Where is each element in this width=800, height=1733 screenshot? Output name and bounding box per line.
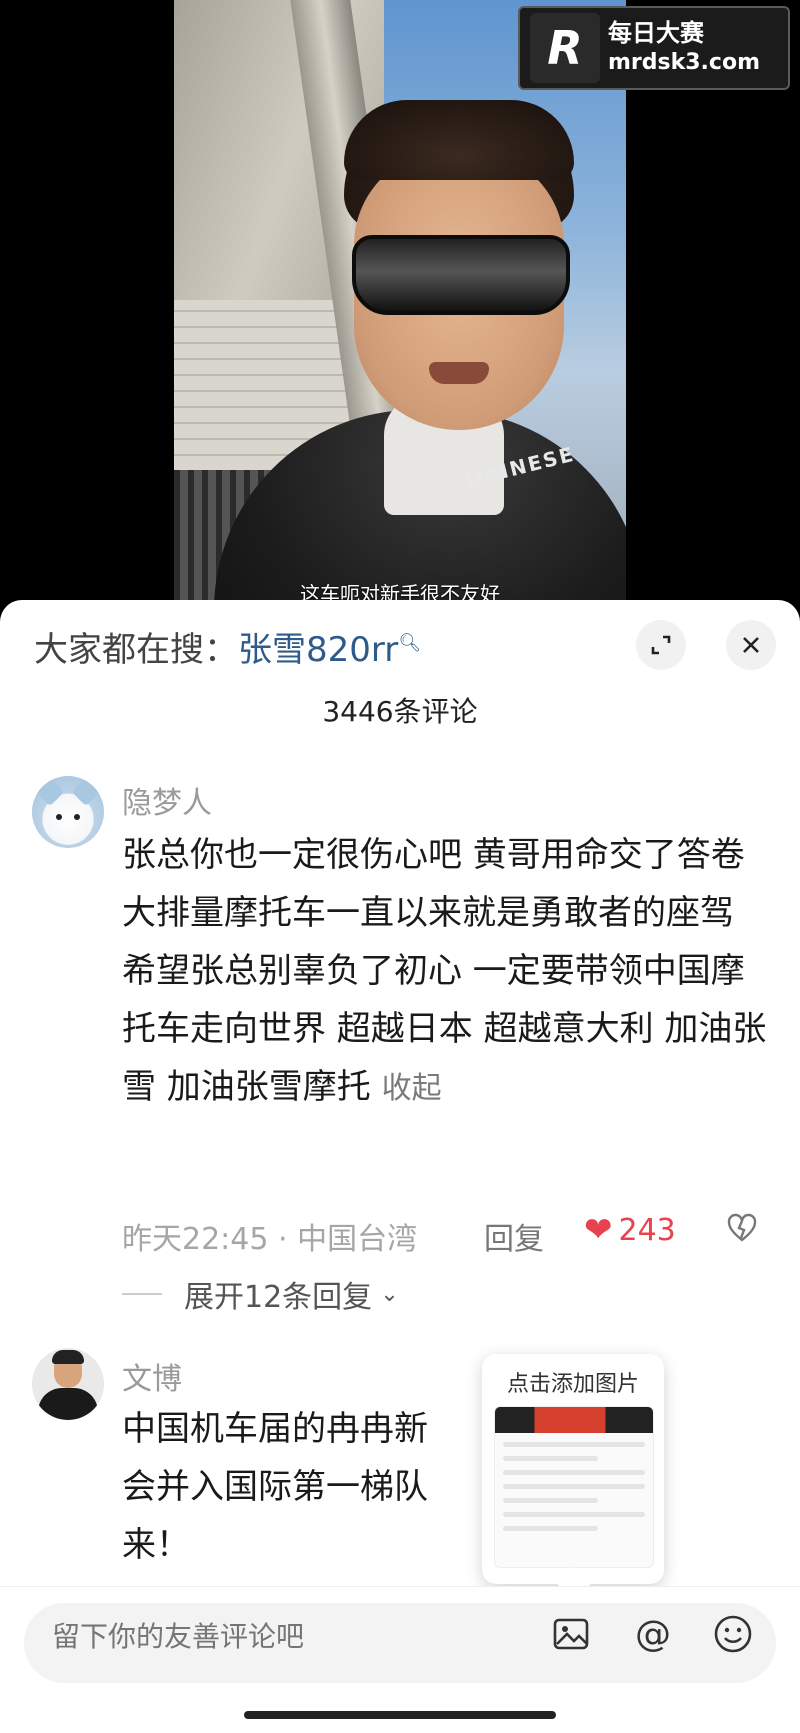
image-icon[interactable] [548, 1611, 594, 1657]
expand-replies-label: 展开12条回复 [184, 1280, 373, 1315]
comment-username[interactable]: 文博 [122, 1354, 182, 1398]
comment-text: 中国机车届的冉冉新自己 会并入国际第一梯队将 来！ [122, 1400, 772, 1574]
comment-line: 来！ [122, 1525, 190, 1565]
rider-hair-top [344, 100, 574, 180]
home-indicator [244, 1711, 556, 1719]
heart-icon: ❤ [584, 1210, 613, 1250]
avatar[interactable] [32, 776, 104, 848]
comment-line: 会并入国际第一梯队 [122, 1467, 428, 1507]
video-player[interactable]: DAINESE 这车呃对新手很不友好 R 每日大赛 mrdsk3.com [0, 0, 800, 620]
screenshot-thumbnail[interactable] [494, 1406, 654, 1568]
watermark: R 每日大赛 mrdsk3.com [518, 6, 790, 90]
search-icon: 🔍︎ [398, 632, 422, 654]
emoji-icon[interactable] [710, 1611, 756, 1657]
dislike-icon[interactable] [726, 1212, 760, 1246]
avatar[interactable] [32, 1348, 104, 1420]
watermark-title: 每日大赛 [608, 19, 704, 47]
video-frame: DAINESE [174, 0, 626, 620]
watermark-logo-icon: R [530, 13, 600, 83]
comment-username[interactable]: 隐梦人 [122, 778, 212, 822]
add-image-tooltip[interactable]: 点击添加图片 [482, 1354, 664, 1584]
sunglasses [352, 235, 570, 315]
close-icon[interactable] [726, 620, 776, 670]
comment-line: 中国机车届的冉冉新 [122, 1409, 428, 1449]
comment-text: 张总你也一定很伤心吧 黄哥用命交了答卷 大排量摩托车一直以来就是勇敢者的座驾 希… [122, 826, 772, 1118]
collapse-link[interactable]: 收起 [382, 1071, 442, 1106]
mention-icon[interactable]: @ [630, 1611, 676, 1657]
expand-replies-button[interactable]: 展开12条回复 ⌄ [122, 1272, 399, 1316]
comment-meta: 昨天22:45 · 中国台湾 [122, 1222, 418, 1257]
search-prefix: 大家都在搜： [34, 630, 238, 670]
comment-body: 张总你也一定很伤心吧 黄哥用命交了答卷 大排量摩托车一直以来就是勇敢者的座驾 希… [122, 835, 767, 1107]
expand-icon[interactable] [636, 620, 686, 670]
like-button[interactable]: ❤ 243 [584, 1210, 676, 1250]
search-suggestion[interactable]: 大家都在搜：张雪820rr🔍︎ [34, 622, 421, 671]
reply-button[interactable]: 回复 [484, 1214, 544, 1258]
comment-count: 3446条评论 [322, 695, 478, 728]
search-term[interactable]: 张雪820rr [238, 630, 398, 670]
like-count: 243 [618, 1212, 676, 1248]
watermark-url: mrdsk3.com [608, 50, 760, 75]
comment-input-bar: @ [0, 1586, 800, 1733]
comment-input[interactable] [50, 1619, 494, 1654]
comment-sheet: 大家都在搜：张雪820rr🔍︎ 3446条评论 隐梦人 张总你也一定很伤心吧 黄… [0, 600, 800, 1732]
rider-mouth [429, 362, 489, 384]
chevron-down-icon: ⌄ [380, 1281, 399, 1307]
add-image-tooltip-title: 点击添加图片 [506, 1372, 639, 1397]
